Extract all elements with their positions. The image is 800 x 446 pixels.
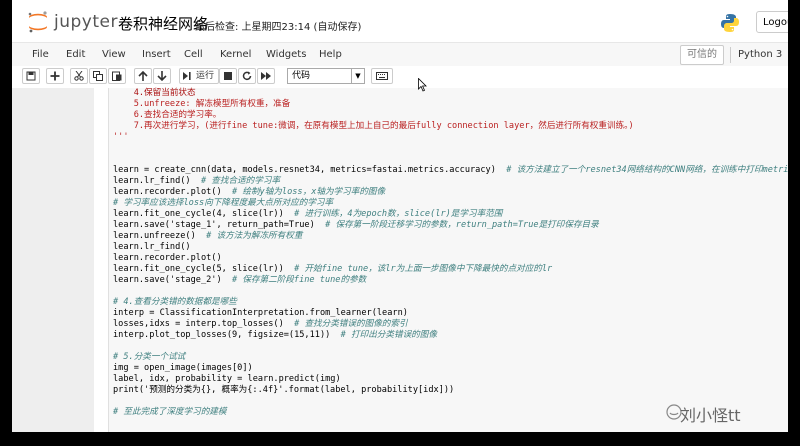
run-label: 运行 — [195, 71, 214, 81]
code-line: learn.lr_find() — [113, 242, 191, 252]
code-line: print('预测的分类为{}, 概率为{:.4f}'.format(label… — [113, 385, 455, 395]
keyboard-icon — [376, 72, 388, 80]
menu-help[interactable]: Help — [319, 49, 342, 60]
code-line: interp = ClassificationInterpretation.fr… — [113, 308, 408, 318]
arrow-up-icon — [138, 71, 148, 81]
paste-icon — [112, 71, 122, 81]
code-line: img = open_image(images[0]) — [113, 363, 253, 373]
code-line: learn.lr_find() # 查找合适的学习率 — [113, 176, 281, 186]
code-line: learn.fit_one_cycle(5, slice(lr)) # 开始fi… — [113, 264, 553, 274]
menu-view[interactable]: View — [102, 49, 126, 60]
watermark: 刘小怪tt — [680, 406, 741, 425]
refresh-icon — [242, 71, 252, 81]
toolbar: 运行 代码 ▼ — [12, 66, 788, 88]
code-line: # 4.查看分类错的数据都是哪些 — [113, 297, 237, 307]
code-line: 6.查找合适的学习率。 — [113, 110, 222, 120]
chevron-down-icon: ▼ — [351, 69, 364, 83]
trusted-indicator[interactable]: 可信的 — [680, 45, 724, 65]
jupyter-window: jupyter 卷积神经网络 最后检查: 上星期四23:14 (自动保存) Lo… — [12, 0, 788, 432]
move-up-button[interactable] — [134, 68, 152, 84]
copy-icon — [93, 71, 103, 81]
code-line: # 5.分类一个试试 — [113, 352, 186, 362]
restart-button[interactable] — [238, 68, 256, 84]
move-down-button[interactable] — [153, 68, 171, 84]
save-button[interactable] — [22, 68, 40, 84]
restart-run-all-button[interactable] — [257, 68, 275, 84]
code-line: interp.plot_top_losses(9, figsize=(15,11… — [113, 330, 437, 340]
fast-forward-icon — [261, 72, 271, 80]
arrow-down-icon — [157, 71, 167, 81]
paste-button[interactable] — [108, 68, 126, 84]
code-line: learn.recorder.plot() # 绘制y轴为loss，x轴为学习率… — [113, 187, 386, 197]
python-logo-icon — [721, 14, 739, 32]
code-line: losses,idxs = interp.top_losses() # 查找分类… — [113, 319, 408, 329]
code-line: learn = create_cnn(data, models.resnet34… — [113, 165, 788, 175]
cut-button[interactable] — [70, 68, 88, 84]
menu-kernel[interactable]: Kernel — [220, 49, 251, 60]
app-name[interactable]: jupyter — [54, 12, 118, 32]
run-button[interactable]: 运行 — [179, 68, 219, 84]
code-line: learn.save('stage_1', return_path=True) … — [113, 220, 599, 230]
menu-edit[interactable]: Edit — [66, 49, 85, 60]
stop-icon — [224, 72, 232, 80]
header: jupyter 卷积神经网络 最后检查: 上星期四23:14 (自动保存) Lo… — [12, 0, 788, 42]
code-line: 4.保留当前状态 — [113, 88, 196, 98]
interrupt-button[interactable] — [219, 68, 237, 84]
code-line: # 学习率应该选择loss向下降程度最大点所对应的学习率 — [113, 198, 334, 208]
menu-bar: File Edit View Insert Cell Kernel Widget… — [12, 42, 788, 68]
code-line: learn.recorder.plot() — [113, 253, 222, 263]
checkpoint-status: 最后检查: 上星期四23:14 (自动保存) — [195, 22, 362, 33]
code-line: # 至此完成了深度学习的建模 — [113, 407, 227, 417]
save-icon — [26, 71, 36, 81]
kernel-divider — [730, 47, 731, 63]
code-editor[interactable]: 4.保留当前状态 5.unfreeze: 解冻模型所有权重，准备 6.查找合适的… — [113, 88, 788, 418]
code-line: 7.再次进行学习，(进行fine tune:微调，在原有模型上加上自己的最后fu… — [113, 121, 634, 131]
command-palette-button[interactable] — [371, 68, 393, 84]
code-line: 5.unfreeze: 解冻模型所有权重，准备 — [113, 99, 291, 109]
menu-file[interactable]: File — [32, 49, 49, 60]
logout-button[interactable]: Logout — [756, 11, 788, 33]
menu-cell[interactable]: Cell — [184, 49, 203, 60]
copy-button[interactable] — [89, 68, 107, 84]
code-line: learn.save('stage_2') # 保存第二阶段fine tune的… — [113, 275, 367, 285]
menu-widgets[interactable]: Widgets — [266, 49, 306, 60]
jupyter-logo-icon[interactable] — [26, 10, 50, 34]
cell-type-value: 代码 — [292, 71, 311, 81]
mouse-cursor-icon — [418, 78, 427, 92]
insert-cell-button[interactable] — [46, 68, 64, 84]
kernel-name[interactable]: Python 3 — [738, 49, 782, 60]
cell-type-select[interactable]: 代码 ▼ — [287, 68, 365, 84]
code-line: learn.fit_one_cycle(4, slice(lr)) # 进行训练… — [113, 209, 503, 219]
step-forward-icon — [183, 72, 191, 80]
code-line: ''' — [113, 132, 129, 142]
scissors-icon — [74, 71, 84, 81]
plus-icon — [50, 71, 60, 81]
code-line: learn.unfreeze() # 该方法为解冻所有权重 — [113, 231, 303, 241]
code-cell[interactable]: 4.保留当前状态 5.unfreeze: 解冻模型所有权重，准备 6.查找合适的… — [108, 88, 788, 432]
code-line: label, idx, probability = learn.predict(… — [113, 374, 341, 384]
menu-insert[interactable]: Insert — [142, 49, 171, 60]
